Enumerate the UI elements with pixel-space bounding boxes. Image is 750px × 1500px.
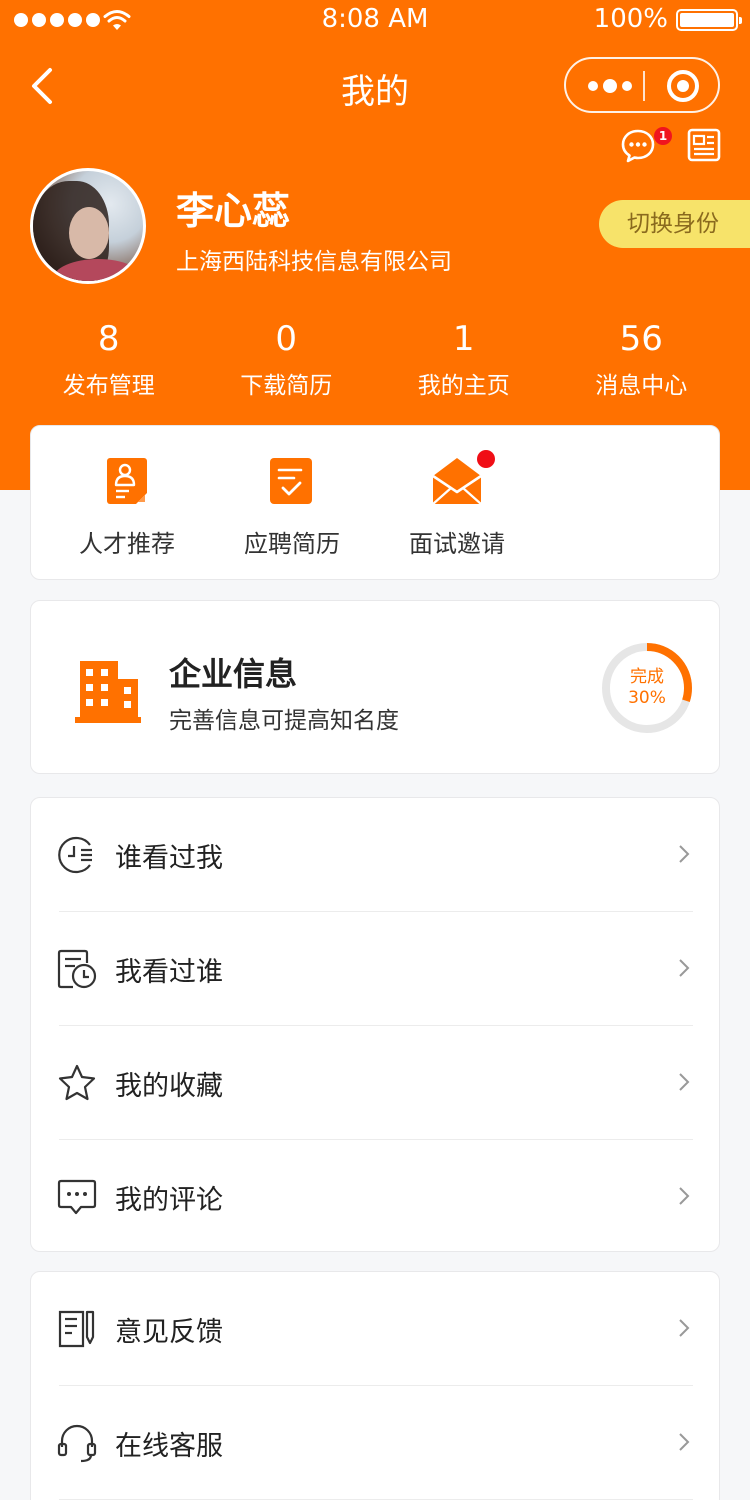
menu-item-favorites[interactable]: 我的收藏 xyxy=(31,1026,719,1140)
close-program-button[interactable] xyxy=(667,70,699,102)
company-name: 上海西陆科技信息有限公司 xyxy=(176,249,452,275)
notification-dot xyxy=(477,450,495,468)
quick-action-label: 人才推荐 xyxy=(79,530,175,558)
menu-label: 我看过谁 xyxy=(115,957,223,988)
stat-value: 56 xyxy=(619,319,663,359)
status-bar: 8:08 AM 100% xyxy=(0,0,750,40)
more-menu-button[interactable] xyxy=(588,79,632,93)
chevron-right-icon xyxy=(679,1319,690,1337)
mini-program-capsule xyxy=(564,57,720,113)
company-info-title: 企业信息 xyxy=(169,655,298,693)
menu-item-feedback[interactable]: 意见反馈 xyxy=(31,1272,719,1386)
visitor-clock-icon xyxy=(58,836,92,874)
company-info-subtitle: 完善信息可提高知名度 xyxy=(169,708,399,734)
menu-label: 我的收藏 xyxy=(115,1071,223,1102)
comment-icon xyxy=(57,1179,97,1215)
feedback-icon xyxy=(58,1310,95,1348)
chevron-right-icon xyxy=(679,845,690,863)
chevron-right-icon xyxy=(679,1433,690,1451)
menu-label: 我的评论 xyxy=(115,1185,223,1216)
progress-percent: 30% xyxy=(628,688,666,708)
headset-icon xyxy=(57,1424,97,1463)
quick-actions-card: 人才推荐 应聘简历 面试邀请 xyxy=(30,425,720,580)
avatar[interactable] xyxy=(30,168,146,284)
menu-item-i-viewed[interactable]: 我看过谁 xyxy=(31,912,719,1026)
stat-publish-management[interactable]: 8 发布管理 xyxy=(20,318,198,400)
resume-check-icon xyxy=(270,458,312,504)
user-name: 李心蕊 xyxy=(176,189,291,233)
stat-downloaded-resumes[interactable]: 0 下载简历 xyxy=(198,318,376,400)
progress-text: 完成 30% xyxy=(600,667,694,709)
star-icon xyxy=(58,1064,96,1101)
chevron-right-icon xyxy=(679,1073,690,1091)
capsule-divider xyxy=(643,71,645,101)
battery-percent: 100% xyxy=(593,4,668,34)
menu-label: 谁看过我 xyxy=(115,843,223,874)
stat-my-homepage[interactable]: 1 我的主页 xyxy=(375,318,553,400)
chat-badge: 1 xyxy=(654,127,672,145)
company-info-card[interactable]: 企业信息 完善信息可提高知名度 完成 30% xyxy=(30,600,720,774)
menu-item-who-viewed-me[interactable]: 谁看过我 xyxy=(31,798,719,912)
stat-value: 8 xyxy=(97,319,120,359)
history-doc-icon xyxy=(57,949,97,989)
menu-item-comments[interactable]: 我的评论 xyxy=(31,1140,719,1254)
stat-label: 发布管理 xyxy=(62,373,155,399)
talent-doc-icon xyxy=(107,458,147,504)
battery-icon xyxy=(676,9,742,31)
menu-card-activity: 谁看过我 我看过谁 我的收藏 我的评论 xyxy=(30,797,720,1252)
stat-value: 0 xyxy=(275,319,298,359)
menu-card-support: 意见反馈 在线客服 xyxy=(30,1271,720,1500)
building-icon xyxy=(75,661,141,723)
envelope-icon xyxy=(432,458,482,505)
stat-message-center[interactable]: 56 消息中心 xyxy=(553,318,731,400)
news-icon[interactable] xyxy=(686,127,722,163)
quick-action-label: 面试邀请 xyxy=(409,530,505,558)
stat-label: 我的主页 xyxy=(417,373,510,399)
chevron-right-icon xyxy=(679,1187,690,1205)
menu-item-customer-service[interactable]: 在线客服 xyxy=(31,1386,719,1500)
chat-bubble-icon[interactable] xyxy=(620,128,656,164)
stat-label: 消息中心 xyxy=(595,373,688,399)
switch-identity-button[interactable]: 切换身份 xyxy=(599,200,750,248)
stat-label: 下载简历 xyxy=(240,373,333,399)
menu-label: 意见反馈 xyxy=(115,1317,223,1348)
progress-label: 完成 xyxy=(630,667,664,687)
stat-value: 1 xyxy=(452,319,475,359)
menu-label: 在线客服 xyxy=(115,1431,223,1462)
chevron-right-icon xyxy=(679,959,690,977)
stats-row: 8 发布管理 0 下载简历 1 我的主页 56 消息中心 xyxy=(20,318,730,400)
quick-action-label: 应聘简历 xyxy=(244,530,340,558)
